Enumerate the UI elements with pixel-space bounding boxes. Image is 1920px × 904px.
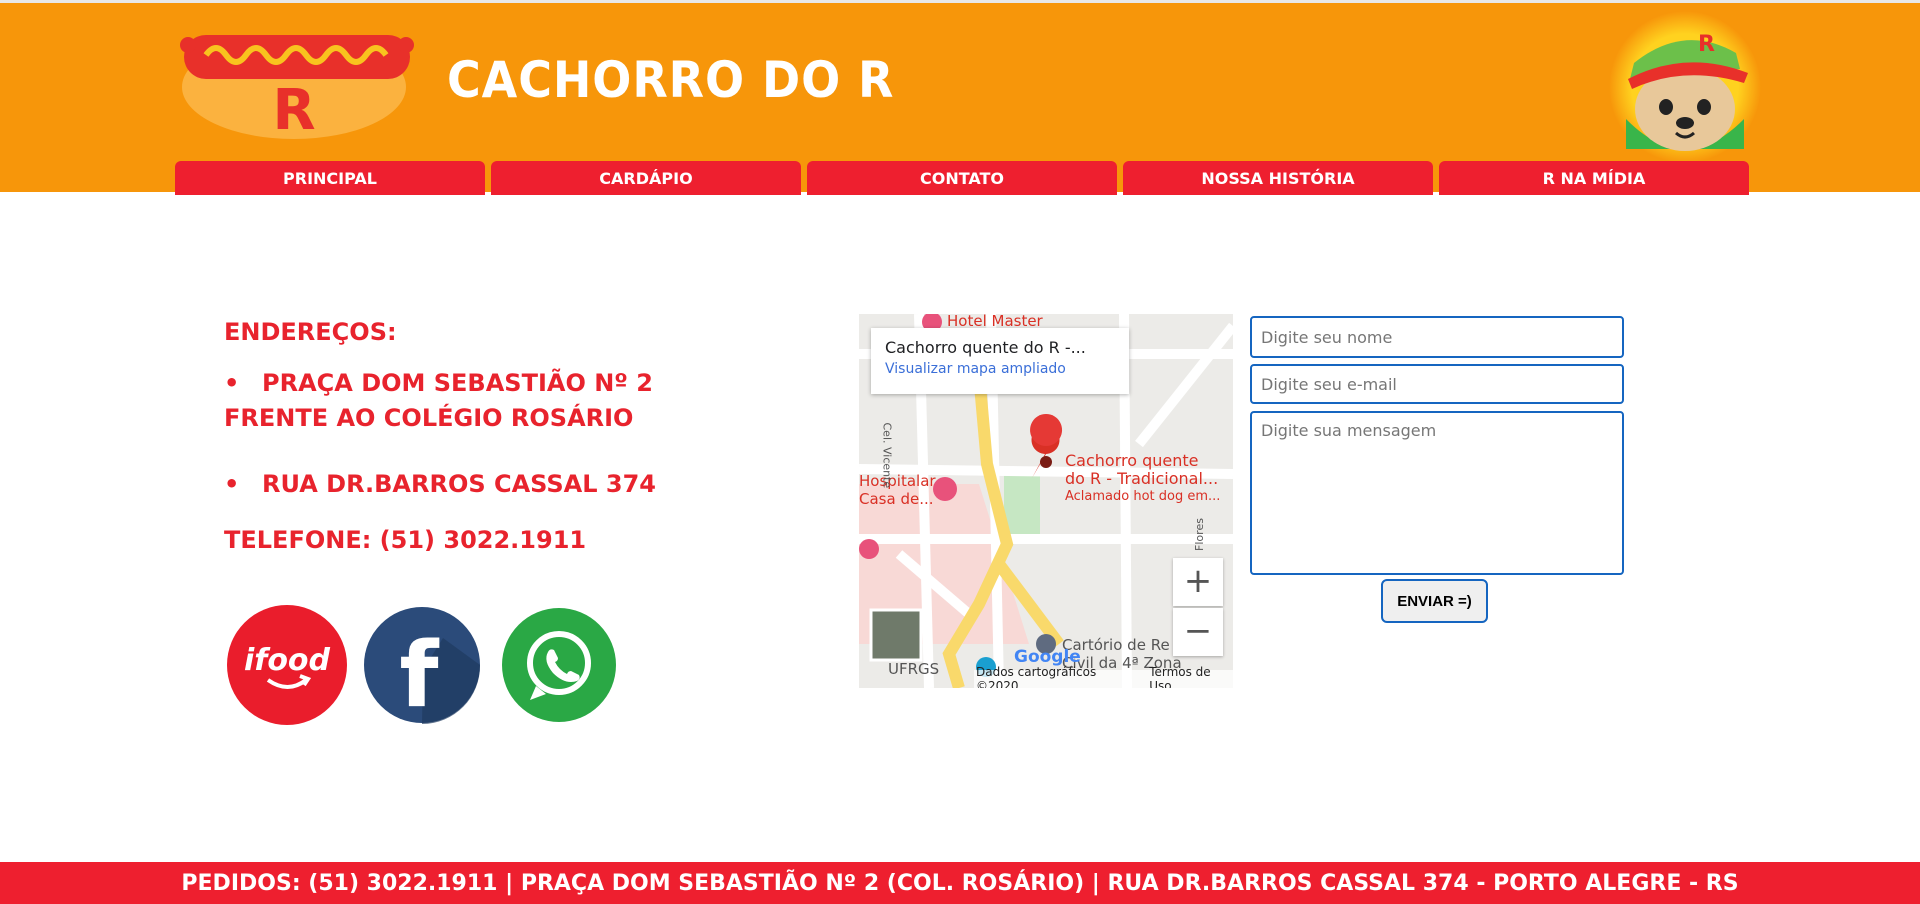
whatsapp-icon[interactable] [498,604,620,726]
google-map[interactable]: Hotel Master Hospitalar Casa de... Cel. … [859,314,1233,688]
pin-label-line-2: do R - Tradicional... [1065,469,1219,488]
bullet: • [224,470,240,498]
hotdog-logo-icon[interactable]: R [176,17,416,141]
email-field[interactable] [1250,364,1624,404]
zoom-out-button[interactable]: − [1173,608,1223,656]
address-1-line-2: FRENTE AO COLÉGIO ROSÁRIO [224,404,634,432]
main-nav: PRINCIPAL CARDÁPIO CONTATO NOSSA HISTÓRI… [175,161,1749,195]
bullet: • [224,369,240,397]
address-1: • PRAÇA DOM SEBASTIÃO Nº 2 FRENTE AO COLÉ… [224,366,656,436]
map-terms-link[interactable]: Termos de Uso [1149,665,1233,688]
svg-text:f: f [399,623,439,726]
addresses-heading: ENDEREÇOS: [224,318,397,346]
message-field[interactable] [1250,411,1624,575]
map-label-ufrgs: UFRGS [888,660,940,678]
nav-item-nossa-historia[interactable]: NOSSA HISTÓRIA [1123,161,1433,195]
nav-item-cardapio[interactable]: CARDÁPIO [491,161,801,195]
map-label-street-2: Flores [1192,518,1206,551]
site-header: R CACHORRO DO R R PRINCIPAL CARDÁPIO CON… [0,0,1920,195]
map-label-hospital-2: Casa de... [859,490,934,508]
name-field[interactable] [1250,316,1624,358]
map-pin-label: Cachorro quente do R - Tradicional... Ac… [1065,452,1220,506]
pin-label-line-1: Cachorro quente [1065,451,1199,470]
map-place-title: Cachorro quente do R -... [885,338,1086,357]
map-label-street-1: Cel. Vicente [880,422,894,489]
pug-mascot-icon: R [1609,11,1761,161]
map-place-card: Cachorro quente do R -... Visualizar map… [871,328,1129,394]
nav-item-principal[interactable]: PRINCIPAL [175,161,485,195]
phone-number: TELEFONE: (51) 3022.1911 [224,526,587,554]
view-larger-map-link[interactable]: Visualizar mapa ampliado [885,361,1129,377]
facebook-icon[interactable]: f [361,604,483,726]
address-2-text: RUA DR.BARROS CASSAL 374 [262,470,656,498]
contact-info: ENDEREÇOS: • PRAÇA DOM SEBASTIÃO Nº 2 FRE… [224,318,656,554]
site-footer: PEDIDOS: (51) 3022.1911 | PRAÇA DOM SEBA… [0,862,1920,904]
address-1-line-1: PRAÇA DOM SEBASTIÃO Nº 2 [262,369,653,397]
map-label-hospital-1: Hospitalar [859,472,936,490]
site-title: CACHORRO DO R [447,51,895,109]
map-footer: Dados cartográficos ©2020 Termos de Uso [974,665,1233,688]
svg-text:ifood: ifood [244,643,331,678]
svg-text:R: R [1698,32,1715,57]
nav-item-contato[interactable]: CONTATO [807,161,1117,195]
map-data-attribution: Dados cartográficos ©2020 [976,665,1097,688]
svg-text:R: R [272,78,315,141]
send-button[interactable]: ENVIAR =) [1381,579,1488,623]
ifood-icon[interactable]: ifood [226,604,348,726]
nav-item-r-na-midia[interactable]: R NA MÍDIA [1439,161,1749,195]
google-logo: Google [1014,647,1081,667]
pin-label-sub: Aclamado hot dog em... [1065,489,1221,504]
zoom-in-button[interactable]: + [1173,558,1223,606]
address-2: • RUA DR.BARROS CASSAL 374 [224,467,656,502]
